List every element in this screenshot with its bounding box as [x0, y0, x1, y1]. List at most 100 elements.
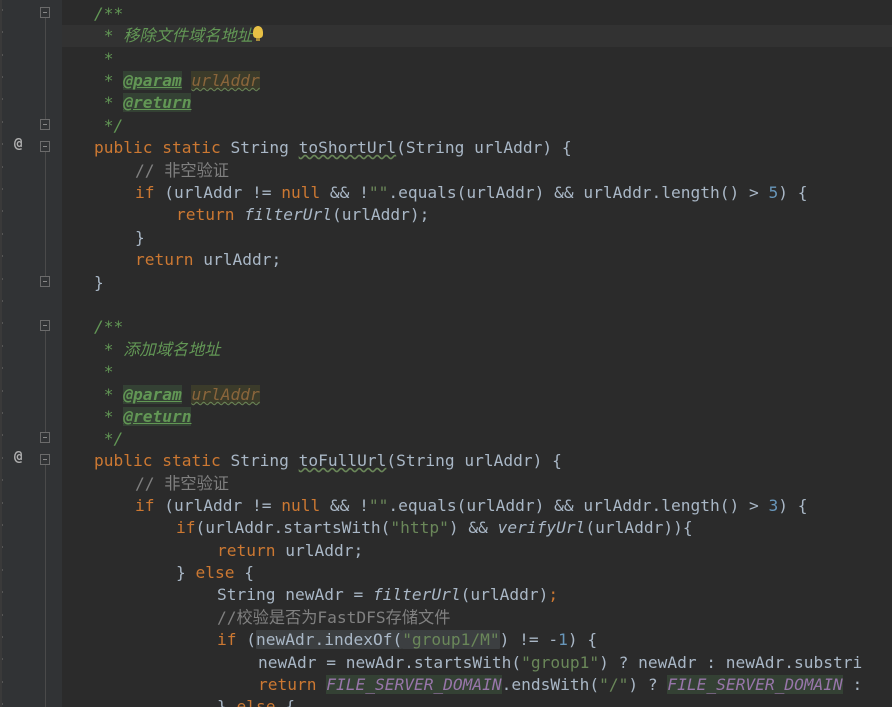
code-line: if (urlAddr != null && !"".equals(urlAdd…	[135, 182, 808, 204]
fold-icon[interactable]	[40, 320, 50, 331]
keyword: return	[258, 675, 317, 694]
method-name[interactable]: toFullUrl	[299, 451, 387, 470]
code-line: * @return	[94, 92, 192, 114]
code-text: (urlAddr)){	[585, 518, 693, 537]
number-literal: 1	[558, 630, 568, 649]
keyword: return	[135, 250, 194, 269]
editor-gutter[interactable]: @ @	[0, 0, 62, 707]
code-text: ) &&	[448, 518, 498, 537]
string-literal: "group1/M"	[402, 630, 500, 649]
code-text: ) {	[778, 183, 808, 202]
code-text: && !	[320, 496, 369, 515]
code-editor[interactable]: @ @ /** * 移除文件域名地址 * * @param urlAddr * …	[0, 0, 892, 707]
doc-tag: @param	[123, 385, 182, 404]
code-line: *	[94, 48, 114, 70]
code-text: {	[234, 563, 254, 582]
code-text: ) {	[778, 496, 808, 515]
method-call: verifyUrl	[497, 518, 586, 537]
keyword: if	[217, 630, 237, 649]
code-line: // 非空验证	[135, 160, 229, 182]
keyword: else	[236, 697, 276, 707]
string-literal: ""	[368, 496, 389, 515]
code-text: ;	[548, 585, 559, 604]
override-at-icon[interactable]: @	[14, 136, 22, 152]
code-line: // 非空验证	[135, 473, 229, 495]
string-literal: "/"	[599, 675, 629, 694]
fold-guide	[45, 330, 46, 438]
doc-comment: */	[94, 429, 124, 448]
code-line: if (urlAddr != null && !"".equals(urlAdd…	[135, 495, 808, 517]
code-text: (urlAddr !=	[154, 183, 282, 202]
fold-icon[interactable]	[40, 432, 50, 443]
keyword: if	[135, 496, 155, 515]
code-text: (	[236, 630, 256, 649]
doc-param-name: urlAddr	[191, 71, 260, 90]
code-text: (urlAddr)	[460, 585, 549, 604]
keyword: null	[281, 496, 321, 515]
keyword: else	[195, 563, 235, 582]
code-text: urlAddr;	[193, 250, 282, 269]
type-name: String	[220, 451, 299, 470]
gutter-separator	[0, 0, 2, 707]
code-text: ) ? newAdr : newAdr.substri	[599, 653, 863, 672]
code-text: }	[217, 697, 237, 707]
code-text: .equals(urlAddr) && urlAddr.length() >	[388, 183, 769, 202]
code-line: //校验是否为FastDFS存储文件	[217, 607, 450, 629]
code-text: }	[176, 563, 196, 582]
code-line: if (newAdr.indexOf("group1/M") != -1) {	[217, 629, 597, 651]
method-call: filterUrl	[234, 205, 332, 224]
code-text: (String urlAddr) {	[396, 138, 572, 157]
doc-comment: *	[94, 49, 114, 68]
code-text: newAdr = newAdr.startsWith(	[258, 653, 522, 672]
code-line: return filterUrl(urlAddr);	[176, 204, 429, 226]
fold-icon[interactable]	[40, 276, 50, 287]
method-name[interactable]: toShortUrl	[299, 138, 396, 157]
keyword: public static	[94, 138, 221, 157]
fold-guide	[45, 18, 46, 124]
code-line: String newAdr = filterUrl(urlAddr);	[217, 584, 558, 606]
code-line: * 添加域名地址	[94, 339, 221, 361]
fold-icon[interactable]	[40, 7, 50, 18]
code-line: /**	[94, 3, 123, 25]
code-text: String newAdr =	[217, 585, 373, 604]
fold-icon[interactable]	[40, 119, 50, 130]
code-line: }	[94, 272, 104, 294]
code-line: * @param urlAddr	[94, 70, 260, 92]
code-line: *	[94, 361, 114, 383]
constant: FILE_SERVER_DOMAIN	[667, 675, 843, 694]
code-line: */	[94, 428, 124, 450]
code-line: if(urlAddr.startsWith("http") && verifyU…	[176, 517, 693, 539]
code-line: */	[94, 115, 124, 137]
code-text: (String urlAddr) {	[386, 451, 562, 470]
doc-tag: @param	[123, 71, 182, 90]
code-line: return FILE_SERVER_DOMAIN.endsWith("/") …	[258, 674, 862, 696]
line-comment: //校验是否为FastDFS存储文件	[217, 608, 451, 627]
fold-guide	[45, 152, 46, 278]
number-literal: 5	[768, 183, 779, 202]
code-text: :	[842, 675, 863, 694]
code-line: * 移除文件域名地址	[94, 25, 253, 47]
keyword: if	[176, 518, 196, 537]
code-text: && !	[320, 183, 369, 202]
number-literal: 3	[768, 496, 779, 515]
override-at-icon[interactable]: @	[14, 449, 22, 465]
code-text: ) != -	[499, 630, 559, 649]
code-text: (urlAddr.startsWith(	[195, 518, 391, 537]
code-line: public static String toShortUrl(String u…	[94, 137, 572, 159]
line-comment: // 非空验证	[135, 161, 229, 180]
line-comment: // 非空验证	[135, 474, 229, 493]
keyword: if	[135, 183, 155, 202]
code-line: }	[135, 227, 145, 249]
method-call: filterUrl	[372, 585, 461, 604]
keyword: null	[281, 183, 321, 202]
code-line: return urlAddr;	[217, 540, 363, 562]
usage-highlight: newAdr.indexOf(	[256, 630, 403, 649]
doc-comment: * 移除文件域名地址	[94, 26, 253, 45]
keyword: return	[217, 541, 276, 560]
fold-icon[interactable]	[40, 141, 50, 152]
intention-bulb-icon[interactable]	[253, 26, 263, 41]
code-text: ) {	[567, 630, 598, 649]
code-text: }	[135, 228, 145, 247]
fold-icon[interactable]	[40, 454, 50, 465]
code-line: return urlAddr;	[135, 249, 281, 271]
